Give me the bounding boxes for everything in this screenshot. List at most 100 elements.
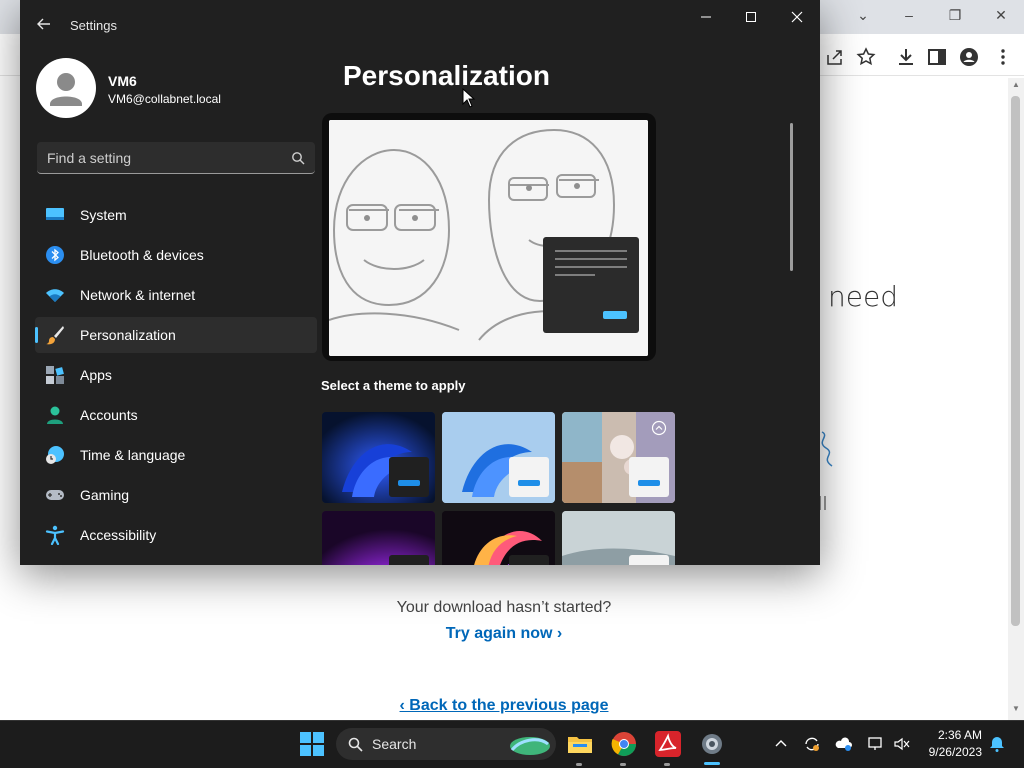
profile-icon[interactable]: [958, 46, 980, 68]
accessibility-icon: [45, 525, 65, 545]
nav-item-time-language[interactable]: Time & language: [35, 437, 317, 473]
sync-icon[interactable]: [803, 735, 821, 753]
clock-globe-icon: [46, 446, 64, 464]
nav-item-label: Accounts: [80, 407, 138, 423]
preview-window-sample: [543, 237, 639, 333]
file-explorer-icon[interactable]: [566, 730, 594, 758]
share-icon[interactable]: [824, 46, 846, 68]
search-input[interactable]: [47, 148, 277, 168]
settings-gear-icon[interactable]: [698, 730, 726, 758]
profile-email: VM6@collabnet.local: [108, 92, 221, 106]
back-arrow-icon[interactable]: [34, 14, 54, 34]
gamepad-icon: [46, 490, 64, 500]
page-text-fragment: need: [828, 280, 898, 313]
browser-menu-icon[interactable]: [992, 46, 1014, 68]
nav-item-label: Accessibility: [80, 527, 157, 543]
maximize-button[interactable]: [733, 6, 769, 28]
mini-window-dark: [509, 555, 549, 565]
apps-icon: [46, 366, 64, 384]
bookmark-star-icon[interactable]: [855, 46, 877, 68]
close-button[interactable]: [779, 6, 815, 28]
theme-tile-glow-flowers[interactable]: [562, 412, 675, 503]
browser-restore-button[interactable]: ❐: [944, 6, 966, 24]
nav-item-label: System: [80, 207, 127, 223]
profile-name: VM6: [108, 73, 137, 89]
themes-heading: Select a theme to apply: [321, 378, 466, 393]
content-scrollbar-thumb[interactable]: [790, 123, 793, 271]
mini-window-light: [509, 457, 549, 497]
nav-item-label: Apps: [80, 367, 112, 383]
user-silhouette-icon: [50, 73, 82, 106]
mini-window-light: [629, 555, 669, 565]
mini-accent-button: [638, 480, 660, 486]
nav-item-gaming[interactable]: Gaming: [35, 477, 317, 513]
taskbar-search-box[interactable]: Search: [336, 728, 556, 760]
nav-item-bluetooth-devices[interactable]: Bluetooth & devices: [35, 237, 317, 273]
clock-date[interactable]: 9/26/2023: [918, 745, 982, 759]
mini-window-dark: [389, 555, 429, 565]
search-highlight-icon: [510, 737, 550, 755]
clock-time[interactable]: 2:36 AM: [918, 728, 982, 742]
running-app-indicator: [576, 763, 582, 766]
start-windows-icon[interactable]: [298, 730, 326, 758]
download-message: Your download hasn’t started?: [396, 599, 612, 616]
monitor-icon: [46, 208, 64, 220]
chevron-up-icon[interactable]: [772, 735, 790, 753]
bluetooth-icon: [46, 246, 64, 264]
avatar[interactable]: [36, 58, 96, 118]
nav-item-label: Time & language: [80, 447, 186, 463]
settings-window: Settings VM6 VM6@collabnet.local System …: [20, 0, 820, 565]
browser-close-button[interactable]: ✕: [990, 6, 1012, 24]
nav-item-personalization[interactable]: Personalization: [35, 317, 317, 353]
page-title: Personalization: [343, 60, 550, 91]
nav-item-label: Network & internet: [80, 287, 196, 303]
search-box[interactable]: [37, 142, 315, 174]
search-icon[interactable]: [291, 151, 305, 165]
tab-search-chevron-icon[interactable]: ⌄: [852, 6, 874, 24]
minimize-button[interactable]: [688, 6, 724, 28]
network-display-icon[interactable]: [867, 735, 885, 753]
theme-tile-purple-glow[interactable]: [322, 511, 435, 565]
volume-muted-icon[interactable]: [893, 735, 911, 753]
nav-item-system[interactable]: System: [35, 197, 317, 233]
chrome-icon[interactable]: [610, 730, 638, 758]
mini-accent-button: [518, 480, 540, 486]
theme-badge-icon: [651, 420, 667, 436]
browser-scroll-thumb[interactable]: [1011, 96, 1020, 626]
mini-window-dark: [389, 457, 429, 497]
theme-tile-windows-light[interactable]: [442, 412, 555, 503]
try-again-link[interactable]: Try again now ›: [0, 625, 1008, 643]
onedrive-icon[interactable]: [835, 735, 853, 753]
preview-window-lines-icon: [555, 250, 627, 319]
download-icon[interactable]: [895, 46, 917, 68]
scroll-down-arrow-icon[interactable]: ▼: [1010, 704, 1022, 716]
nav-item-apps[interactable]: Apps: [35, 357, 317, 393]
nav-item-accessibility[interactable]: Accessibility: [35, 517, 317, 553]
paintbrush-icon: [46, 326, 64, 345]
mini-accent-button: [398, 480, 420, 486]
nav-item-network-internet[interactable]: Network & internet: [35, 277, 317, 313]
taskbar-search-label: Search: [372, 736, 417, 752]
theme-tile-captured-motion[interactable]: [442, 511, 555, 565]
theme-tile-windows-dark[interactable]: [322, 412, 435, 503]
wifi-icon: [46, 289, 64, 302]
window-title: Settings: [70, 18, 117, 33]
person-icon: [47, 406, 63, 424]
nav-item-label: Personalization: [80, 327, 176, 343]
mini-window-light: [629, 457, 669, 497]
side-panel-icon[interactable]: [926, 46, 948, 68]
theme-tile-sunrise[interactable]: [562, 511, 675, 565]
scroll-up-arrow-icon[interactable]: ▲: [1010, 80, 1022, 92]
browser-minimize-button[interactable]: –: [898, 6, 920, 24]
nav-item-label: Bluetooth & devices: [80, 247, 204, 263]
acrobat-icon[interactable]: [654, 730, 682, 758]
nav-item-label: Gaming: [80, 487, 130, 503]
nav-item-accounts[interactable]: Accounts: [35, 397, 317, 433]
active-app-indicator: [704, 762, 720, 765]
running-app-indicator: [664, 763, 670, 766]
notification-bell-icon[interactable]: [988, 735, 1006, 753]
mouse-cursor-icon: [462, 88, 476, 108]
search-icon: [348, 737, 363, 752]
back-to-previous-page-link[interactable]: ‹ Back to the previous page: [0, 697, 1008, 715]
active-indicator: [35, 327, 38, 343]
